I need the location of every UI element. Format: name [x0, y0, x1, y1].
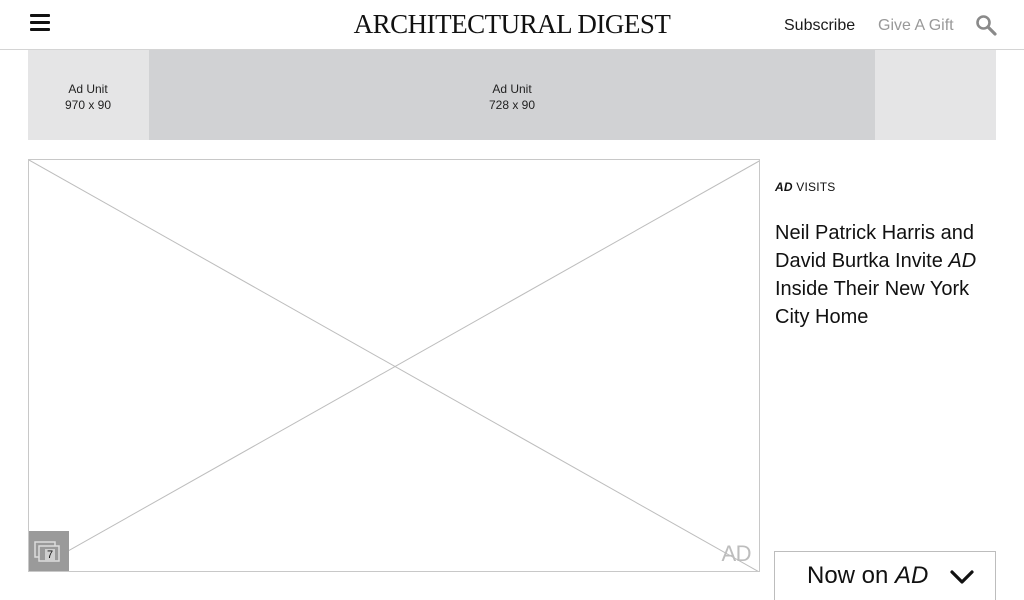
- gallery-icon[interactable]: 7: [29, 531, 69, 571]
- ad-unit-970x90[interactable]: Ad Unit 970 x 90 Ad Unit 728 x 90: [28, 50, 996, 140]
- headline-brand: AD: [948, 250, 977, 272]
- ad-unit-728x90[interactable]: Ad Unit 728 x 90: [149, 50, 875, 140]
- rubric-text: VISITS: [792, 180, 836, 194]
- ad-unit-outer-label: Ad Unit 970 x 90: [48, 81, 128, 113]
- headline-part-1: Neil Patrick Harris and David Burtka Inv…: [775, 222, 974, 272]
- search-icon[interactable]: [975, 14, 997, 36]
- ad-unit-outer-title: Ad Unit: [68, 82, 108, 96]
- ad-unit-inner-size: 728 x 90: [488, 98, 536, 112]
- rubric-brand: AD: [775, 180, 793, 194]
- hero-image-placeholder[interactable]: AD 7: [28, 159, 760, 572]
- ad-unit-outer-size: 970 x 90: [64, 98, 112, 112]
- now-on-text: Now on: [807, 562, 896, 589]
- ad-watermark: AD: [721, 541, 751, 566]
- hamburger-menu-icon[interactable]: [30, 14, 50, 34]
- article-rubric[interactable]: AD VISITS: [775, 180, 835, 194]
- site-logo[interactable]: ARCHITECTURAL DIGEST: [340, 9, 684, 40]
- ad-unit-inner-label: Ad Unit 728 x 90: [472, 81, 552, 113]
- chevron-down-icon[interactable]: [949, 568, 975, 586]
- now-on-label: Now on AD: [807, 562, 928, 590]
- subscribe-link[interactable]: Subscribe: [784, 17, 855, 35]
- article-headline[interactable]: Neil Patrick Harris and David Burtka Inv…: [775, 219, 985, 331]
- headline-part-2: Inside Their New York City Home: [775, 278, 970, 328]
- image-placeholder-cross: [29, 160, 759, 571]
- give-a-gift-link[interactable]: Give A Gift: [878, 17, 954, 35]
- now-on-brand: AD: [895, 562, 929, 589]
- now-on-ad-dropdown[interactable]: Now on AD: [774, 551, 996, 600]
- gallery-count: 7: [45, 549, 56, 561]
- site-header: ARCHITECTURAL DIGEST Subscribe Give A Gi…: [0, 0, 1024, 50]
- ad-unit-inner-title: Ad Unit: [492, 82, 532, 96]
